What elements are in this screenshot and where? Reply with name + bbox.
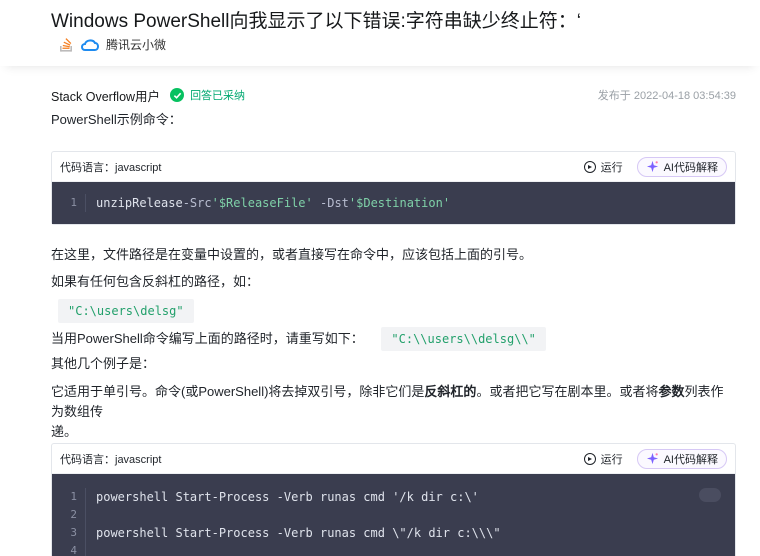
code-header: 代码语言：javascript 运行 AI代码解释	[52, 444, 735, 474]
source-row[interactable]: 腾讯云小微	[58, 36, 166, 53]
paragraph-1: 在这里，文件路径是在变量中设置的，或者直接写在命令中，应该包括上面的引号。	[51, 247, 533, 262]
play-icon	[583, 160, 596, 173]
ai-explain-label: AI代码解释	[663, 161, 718, 174]
source-name[interactable]: 腾讯云小微	[106, 36, 166, 53]
play-icon	[583, 452, 596, 465]
paragraph-4: 其他几个例子是：	[51, 356, 156, 371]
code-line: 4	[52, 542, 735, 556]
code-line: 2	[52, 506, 735, 524]
accepted-label: 回答已采纳	[190, 90, 246, 102]
run-label: 运行	[600, 453, 623, 466]
run-label: 运行	[600, 161, 623, 174]
code-block-2: 代码语言：javascript 运行 AI代码解释 1 powershell S…	[51, 443, 736, 556]
run-button[interactable]: 运行	[583, 159, 623, 175]
intro-text: PowerShell示例命令：	[51, 112, 182, 127]
tencent-cloud-icon	[81, 39, 99, 51]
line-number: 2	[52, 506, 86, 524]
page-title: Windows PowerShell向我显示了以下错误:字符串缺少终止符：‘	[51, 11, 581, 32]
code-header: 代码语言：javascript 运行 AI代码解释	[52, 152, 735, 182]
inline-code-1-wrap: "C:\users\delsg"	[58, 299, 194, 323]
accepted-badge: 回答已采纳	[170, 87, 245, 103]
check-circle-icon	[170, 88, 185, 102]
page-header: Windows PowerShell向我显示了以下错误:字符串缺少终止符：‘ 腾…	[0, 0, 760, 66]
ai-explain-button[interactable]: AI代码解释	[636, 448, 727, 469]
run-button[interactable]: 运行	[583, 451, 623, 467]
paragraph-2: 如果有任何包含反斜杠的路径，如：	[51, 274, 260, 289]
line-number: 3	[52, 524, 86, 542]
copy-button[interactable]	[699, 488, 721, 502]
ai-sparkle-icon	[646, 160, 658, 173]
ai-sparkle-icon	[646, 452, 658, 465]
code-body[interactable]: 1 powershell Start-Process -Verb runas c…	[52, 474, 735, 556]
inline-code-2: "C:\\users\\delsg\\"	[381, 327, 546, 351]
author-name[interactable]: Stack Overflow用户	[51, 86, 160, 105]
line-number: 1	[52, 194, 86, 212]
line-number: 1	[52, 488, 86, 506]
publish-time: 发布于 2022-04-18 03:54:39	[597, 90, 736, 102]
ai-explain-label: AI代码解释	[663, 453, 718, 466]
paragraph-3: 当用PowerShell命令编写上面的路径时，请重写如下： "C:\\users…	[51, 327, 546, 351]
code-language-label: 代码语言：javascript	[60, 453, 162, 466]
ai-explain-button[interactable]: AI代码解释	[636, 156, 727, 177]
code-body[interactable]: 1 unzipRelease -Src '$ReleaseFile' -Dst …	[52, 182, 735, 224]
inline-code-1: "C:\users\delsg"	[58, 299, 194, 323]
paragraph-5: 它适用于单引号。命令(或PowerShell)将去掉双引号，除非它们是反斜杠的。…	[51, 384, 724, 439]
line-number: 4	[52, 542, 86, 556]
code-language-label: 代码语言：javascript	[60, 161, 162, 174]
code-block-1: 代码语言：javascript 运行 AI代码解释 1 unzipRelease…	[51, 151, 736, 225]
stackoverflow-icon	[60, 37, 72, 52]
code-line: 1 unzipRelease -Src '$ReleaseFile' -Dst …	[52, 194, 735, 212]
code-line: 3 powershell Start-Process -Verb runas c…	[52, 524, 735, 542]
code-line: 1 powershell Start-Process -Verb runas c…	[52, 488, 735, 506]
answer-meta: Stack Overflow用户 回答已采纳 发布于 2022-04-18 03…	[51, 86, 736, 104]
